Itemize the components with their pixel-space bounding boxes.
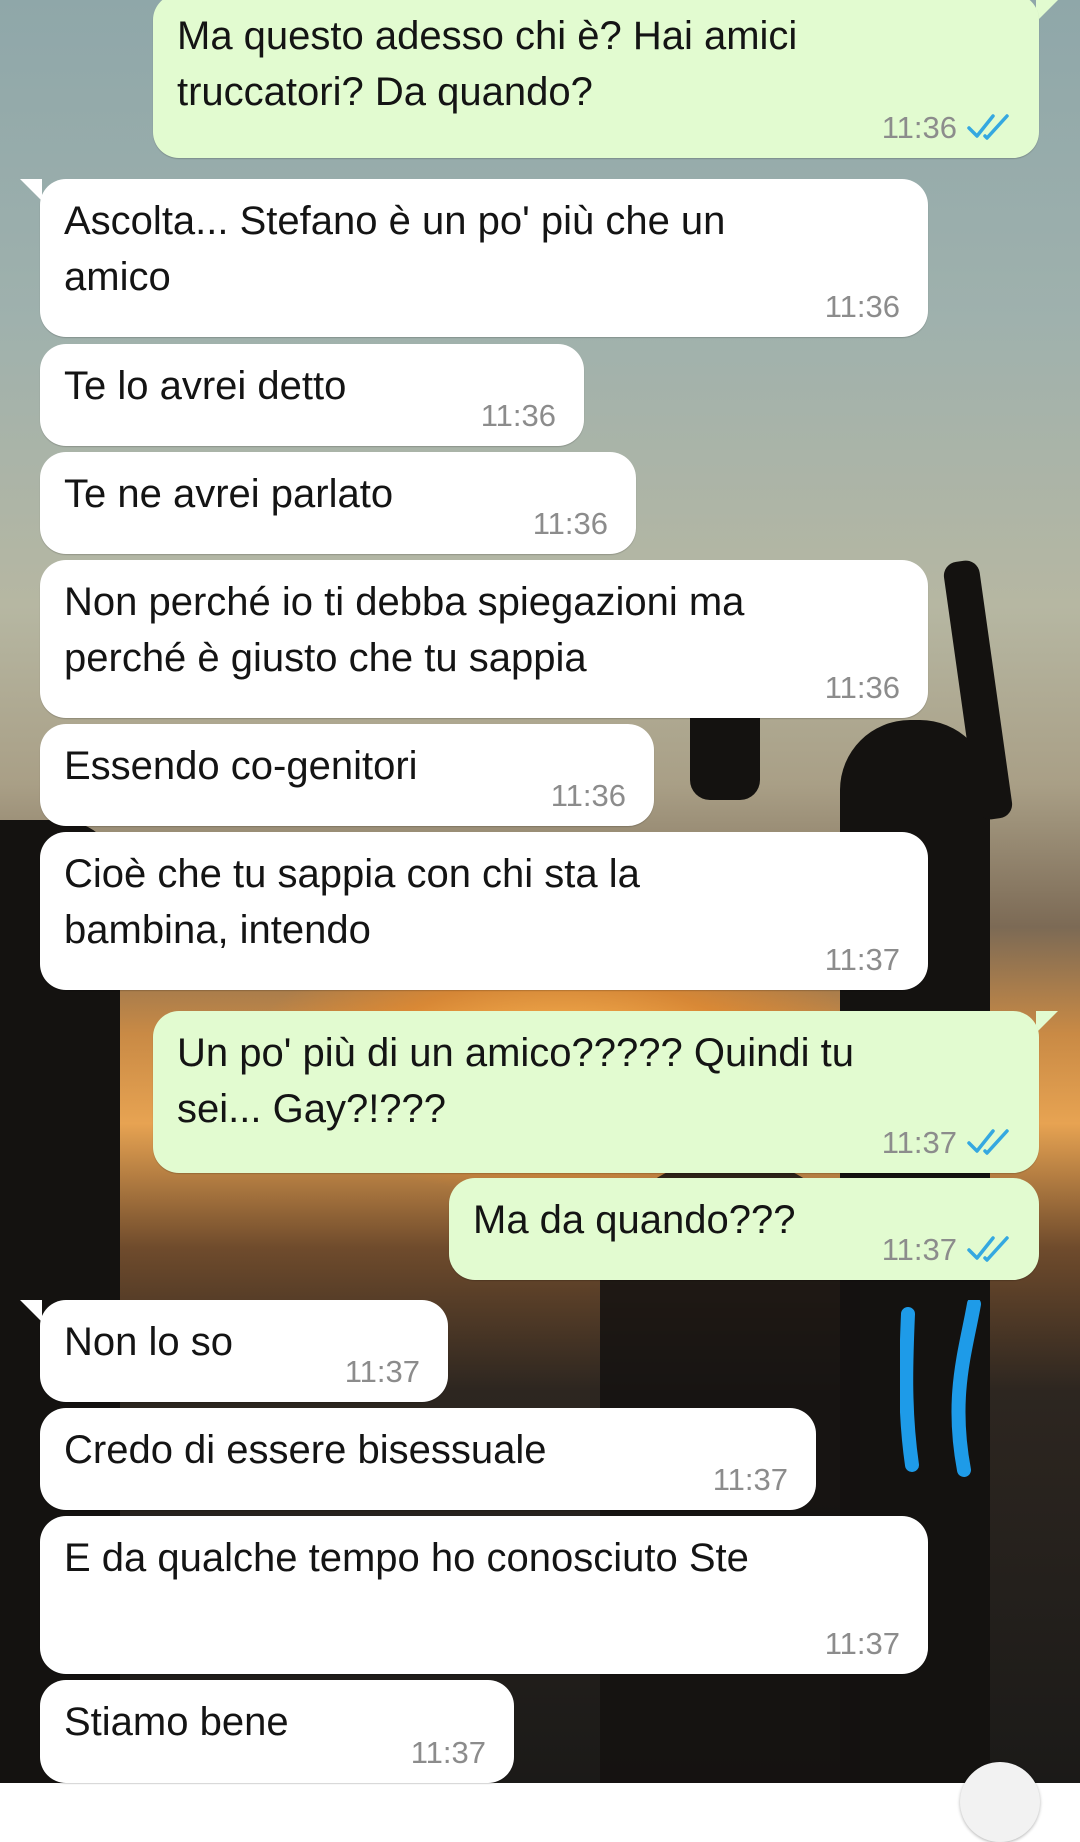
annotation-marker-strokes	[900, 1300, 981, 1477]
message-text: Non perché io ti debba spiegazioni ma pe…	[64, 580, 745, 680]
message-time: 11:36	[480, 398, 556, 433]
message-time: 11:36	[824, 289, 900, 324]
message-time: 11:37	[824, 942, 900, 977]
message-time: 11:37	[344, 1354, 420, 1389]
scroll-down-button[interactable]	[960, 1762, 1040, 1842]
message-bubble-incoming[interactable]: Te lo avrei detto 11:36	[40, 344, 584, 446]
message-text: Essendo co-genitori	[64, 744, 418, 788]
message-time: 11:36	[532, 506, 608, 541]
message-bubble-incoming[interactable]: Stiamo bene 11:37	[40, 1680, 514, 1783]
message-text: Un po' più di un amico????? Quindi tu se…	[177, 1031, 854, 1131]
message-bubble-incoming[interactable]: Te ne avrei parlato 11:36	[40, 452, 636, 554]
message-bubble-incoming[interactable]: Non perché io ti debba spiegazioni ma pe…	[40, 560, 928, 718]
read-receipt-icon	[967, 114, 1009, 140]
message-time: 11:37	[881, 1232, 957, 1267]
message-time: 11:36	[881, 110, 957, 145]
message-text: Cioè che tu sappia con chi sta la bambin…	[64, 852, 640, 952]
message-bubble-incoming[interactable]: Credo di essere bisessuale 11:37	[40, 1408, 816, 1510]
bubble-tail	[1036, 0, 1058, 22]
message-bubble-incoming[interactable]: Cioè che tu sappia con chi sta la bambin…	[40, 832, 928, 990]
message-time: 11:37	[410, 1735, 486, 1770]
message-text: Ascolta... Stefano è un po' più che un a…	[64, 199, 726, 299]
message-bubble-outgoing[interactable]: Un po' più di un amico????? Quindi tu se…	[153, 1011, 1039, 1173]
message-time: 11:36	[550, 778, 626, 813]
read-receipt-icon	[967, 1129, 1009, 1155]
bubble-tail	[1036, 1011, 1058, 1033]
bubble-tail	[20, 1300, 42, 1322]
message-bubble-incoming[interactable]: Essendo co-genitori 11:36	[40, 724, 654, 826]
message-bubble-incoming[interactable]: Ascolta... Stefano è un po' più che un a…	[40, 179, 928, 337]
message-text: Ma questo adesso chi è? Hai amici trucca…	[177, 14, 798, 114]
message-bubble-incoming[interactable]: Non lo so 11:37	[40, 1300, 448, 1402]
message-time: 11:37	[824, 1626, 900, 1661]
message-time: 11:36	[824, 670, 900, 705]
message-text: E da qualche tempo ho conosciuto Ste	[64, 1536, 749, 1580]
message-bubble-outgoing[interactable]: Ma da quando??? 11:37	[449, 1178, 1039, 1280]
message-bubble-incoming[interactable]: E da qualche tempo ho conosciuto Ste 11:…	[40, 1516, 928, 1674]
message-bubble-outgoing[interactable]: Ma questo adesso chi è? Hai amici trucca…	[153, 0, 1039, 158]
read-receipt-icon	[967, 1236, 1009, 1262]
message-text: Credo di essere bisessuale	[64, 1428, 547, 1472]
bubble-tail	[20, 179, 42, 201]
message-time: 11:37	[712, 1462, 788, 1497]
message-time: 11:37	[881, 1125, 957, 1160]
message-text: Te ne avrei parlato	[64, 472, 394, 516]
